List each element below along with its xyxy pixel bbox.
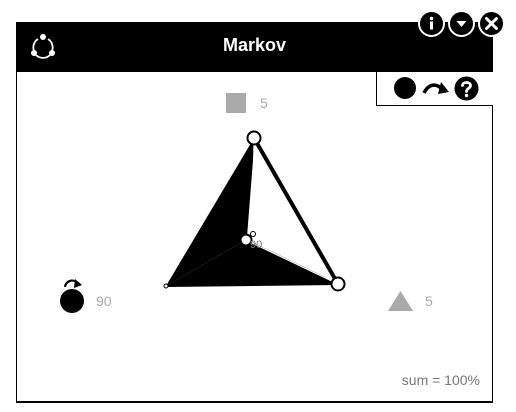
markov-triangle: 90	[163, 130, 346, 292]
triangle-value: 5	[425, 293, 433, 309]
circle-icon	[60, 279, 84, 313]
vertex-circle-handle[interactable]	[163, 283, 169, 289]
square-value: 5	[260, 95, 268, 111]
markov-window: Markov 90 5 90 5 sum = 100%	[0, 0, 516, 412]
vertex-square-handle[interactable]	[246, 130, 262, 146]
triangle-icon	[388, 291, 413, 311]
sum-label: sum = 100%	[401, 372, 480, 388]
square-icon	[226, 93, 246, 113]
circle-value: 90	[96, 293, 112, 309]
vertex-triangle-handle[interactable]	[330, 276, 346, 292]
center-value-label: 90	[250, 239, 262, 251]
center-marker	[250, 231, 256, 237]
